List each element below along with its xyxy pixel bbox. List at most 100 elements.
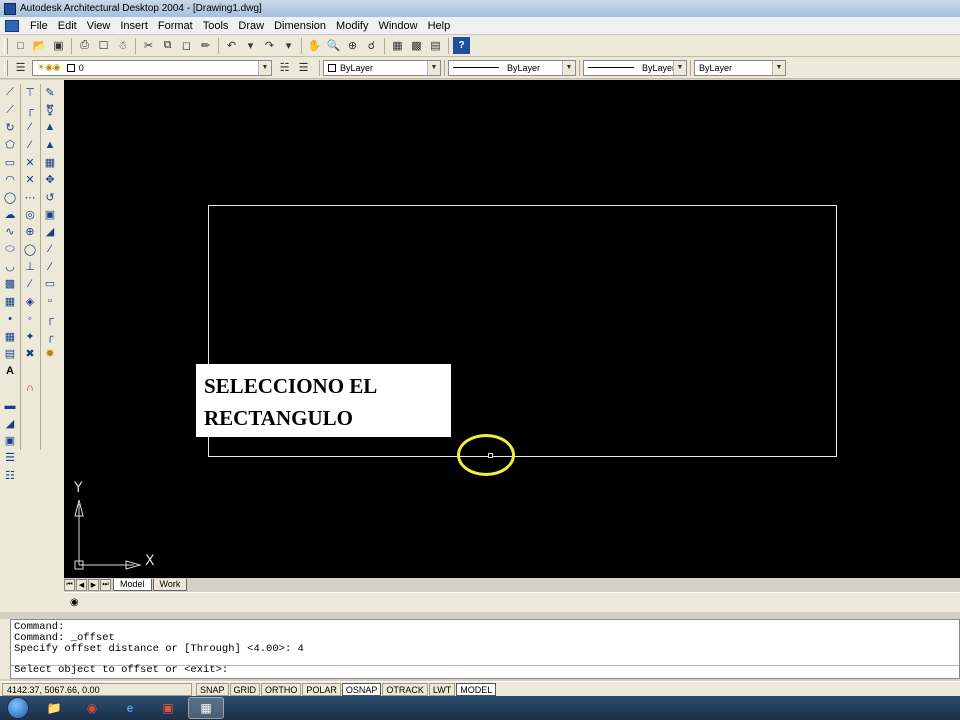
open-icon[interactable]: 📂 — [31, 37, 48, 54]
menu-insert[interactable]: Insert — [115, 17, 153, 35]
erase-icon[interactable]: ⊤ — [21, 84, 39, 101]
zoom-previous-icon[interactable]: ☌ — [363, 37, 380, 54]
menu-modify[interactable]: Modify — [331, 17, 373, 35]
cut-icon[interactable]: ✂ — [140, 37, 157, 54]
previous-tab-icon[interactable]: ◀ — [76, 578, 87, 591]
chrome-icon[interactable]: ◉ — [74, 697, 110, 719]
autocad-icon[interactable]: ▦ — [188, 697, 224, 719]
office-icon[interactable]: ▣ — [150, 697, 186, 719]
region-icon[interactable]: ▤ — [1, 345, 19, 362]
chamfer-icon[interactable]: ┌ — [41, 310, 59, 327]
copy-icon[interactable]: ⧉ — [159, 37, 176, 54]
scale-icon[interactable]: ▣ — [41, 206, 59, 223]
dash-line-icon[interactable]: ⋯ — [21, 188, 39, 205]
zoom-realtime-icon[interactable]: 🔍 — [325, 37, 342, 54]
make-block-icon[interactable]: ▦ — [1, 293, 19, 310]
command-prompt[interactable]: Select object to offset or <exit>: — [14, 665, 228, 676]
node-icon[interactable]: ◦ — [21, 310, 39, 327]
last-tab-icon[interactable]: ⏭ — [100, 578, 111, 591]
model-toggle[interactable]: MODEL — [456, 682, 497, 696]
help-icon[interactable]: ? — [453, 37, 470, 54]
circle-icon[interactable]: ◯ — [1, 188, 19, 205]
polyline-icon[interactable]: ↻ — [1, 119, 19, 136]
polygon-icon[interactable]: ⬠ — [1, 136, 19, 153]
fillet-icon[interactable]: ╭ — [41, 327, 59, 344]
color-combo[interactable]: ByLayer ▼ — [323, 59, 441, 76]
menu-dimension[interactable]: Dimension — [269, 17, 331, 35]
chevron-down-icon[interactable]: ▼ — [673, 60, 686, 75]
wall-icon[interactable]: ▬ — [1, 397, 19, 414]
chevron-down-icon[interactable]: ▼ — [562, 60, 575, 75]
publish-icon[interactable]: ☃ — [114, 37, 131, 54]
tab-model[interactable]: Model — [113, 578, 152, 591]
line-icon[interactable]: ⟋ — [1, 84, 19, 101]
join-icon[interactable]: ▫ — [41, 293, 59, 310]
design-center-icon[interactable]: ▩ — [408, 37, 425, 54]
railing-icon[interactable]: ☷ — [1, 467, 19, 484]
construction-line-icon[interactable]: ⟋ — [1, 101, 19, 118]
break-icon[interactable]: ▭ — [41, 275, 59, 292]
perpendicular-icon[interactable]: ⊥ — [21, 258, 39, 275]
match-icon[interactable]: ✏ — [197, 37, 214, 54]
insert-snap-icon[interactable]: ◈ — [21, 293, 39, 310]
scroll-left-icon[interactable]: ◉ — [70, 597, 79, 608]
snap-toggle[interactable]: SNAP — [196, 682, 229, 696]
menu-format[interactable]: Format — [153, 17, 198, 35]
layer-manager-icon[interactable]: ☰ — [12, 59, 29, 76]
chevron-down-icon[interactable]: ▼ — [772, 60, 785, 75]
coordinate-readout[interactable]: 4142.37, 5067.66, 0.00 — [2, 682, 192, 696]
linetype-combo[interactable]: ByLayer ▼ — [448, 59, 576, 76]
command-line-grip[interactable] — [0, 619, 10, 679]
mirror-tool-icon[interactable]: ▲ — [41, 119, 59, 136]
array-icon[interactable]: ✕ — [21, 154, 39, 171]
erase-tool-icon[interactable]: ✎ — [41, 84, 59, 101]
ortho-toggle[interactable]: ORTHO — [261, 682, 302, 696]
insert-block-icon[interactable]: ▩ — [1, 275, 19, 292]
parallel-icon[interactable]: ∕ — [21, 275, 39, 292]
multiline-text-icon[interactable]: A — [1, 362, 19, 379]
tab-work[interactable]: Work — [152, 578, 188, 591]
redo-dropdown-icon[interactable]: ▾ — [280, 37, 297, 54]
menu-help[interactable]: Help — [423, 17, 456, 35]
stair-icon[interactable]: ☰ — [1, 449, 19, 466]
extend-icon[interactable]: ∕ — [41, 258, 59, 275]
start-button[interactable] — [0, 696, 36, 720]
point-icon[interactable]: • — [1, 310, 19, 327]
undo-icon[interactable]: ↶ — [223, 37, 240, 54]
array-tool-icon[interactable]: ▦ — [41, 154, 59, 171]
rectangle-icon[interactable]: ▭ — [1, 154, 19, 171]
new-icon[interactable]: □ — [12, 37, 29, 54]
otrack-toggle[interactable]: OTRACK — [382, 682, 428, 696]
grid-toggle[interactable]: GRID — [229, 682, 261, 696]
layer-previous-icon[interactable]: ☰ — [295, 59, 312, 76]
lineweight-combo[interactable]: ByLayer ▼ — [583, 59, 687, 76]
rotate-icon[interactable]: ↺ — [41, 188, 59, 205]
menu-tools[interactable]: Tools — [198, 17, 234, 35]
next-tab-icon[interactable]: ▶ — [88, 578, 99, 591]
snap-center-icon[interactable]: ⊕ — [21, 223, 39, 240]
revision-cloud-icon[interactable]: ☁ — [1, 206, 19, 223]
menu-view[interactable]: View — [82, 17, 116, 35]
toolbar-grip[interactable] — [4, 37, 8, 54]
document-icon[interactable] — [5, 19, 19, 32]
offset-icon[interactable]: ∕ — [21, 136, 39, 153]
ellipse-arc-icon[interactable]: ◡ — [1, 258, 19, 275]
first-tab-icon[interactable]: ⏮ — [64, 578, 75, 591]
target-icon[interactable]: ◎ — [21, 206, 39, 223]
arc-icon[interactable]: ◠ — [1, 171, 19, 188]
properties-icon[interactable]: ▦ — [389, 37, 406, 54]
door-icon[interactable]: ◢ — [1, 414, 19, 431]
nearest-icon[interactable]: ✦ — [21, 327, 39, 344]
redo-icon[interactable]: ↷ — [261, 37, 278, 54]
copy-object-icon[interactable]: ┌ — [21, 101, 39, 118]
paste-icon[interactable]: ◻ — [178, 37, 195, 54]
osnap-toggle[interactable]: OSNAP — [341, 682, 382, 696]
make-current-layer-icon[interactable]: ☵ — [276, 59, 293, 76]
toolbar-grip[interactable] — [4, 59, 8, 76]
spline-icon[interactable]: ∿ — [1, 223, 19, 240]
offset-tool-icon[interactable]: ▲ — [41, 136, 59, 153]
save-icon[interactable]: ▣ — [50, 37, 67, 54]
trim-icon[interactable]: ∕ — [41, 241, 59, 258]
ie-icon[interactable]: e — [112, 697, 148, 719]
preview-icon[interactable]: ☐ — [95, 37, 112, 54]
